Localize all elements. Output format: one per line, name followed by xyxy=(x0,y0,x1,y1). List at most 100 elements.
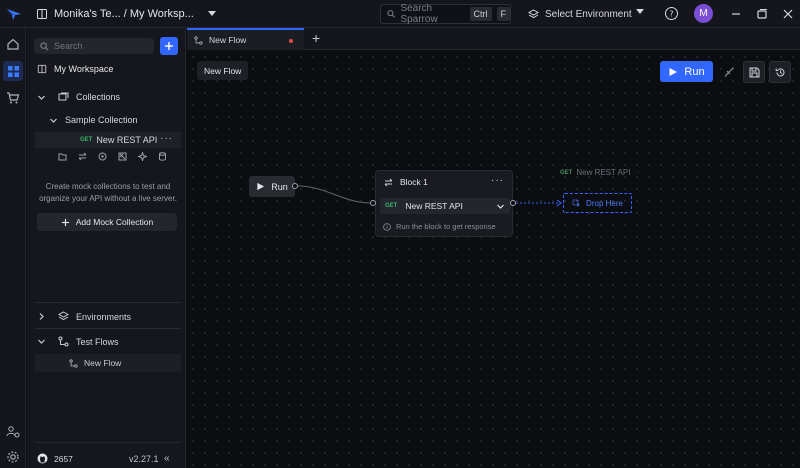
user-avatar[interactable]: M xyxy=(694,4,713,23)
drop-zone[interactable]: Drop Here xyxy=(563,193,632,213)
svg-text:?: ? xyxy=(669,10,673,19)
title-bar: Monika's Te... / My Worksp... Search Spa… xyxy=(0,0,800,28)
workspace-title[interactable]: My Workspace xyxy=(37,64,113,74)
rail-team[interactable] xyxy=(3,422,23,442)
maximize-icon[interactable] xyxy=(755,7,769,21)
gear-icon xyxy=(7,451,19,463)
workspace-switcher-label: Monika's Te... / My Worksp... xyxy=(54,8,194,20)
socket-icon[interactable] xyxy=(98,152,107,161)
unsaved-dot xyxy=(289,39,293,43)
rail-settings[interactable] xyxy=(3,447,23,467)
sparrow-logo-icon xyxy=(7,9,21,20)
chevron-down-icon xyxy=(38,95,45,100)
close-icon[interactable] xyxy=(781,7,795,21)
collapse-sidebar-icon[interactable]: « xyxy=(164,453,170,464)
block-output-port[interactable] xyxy=(510,200,516,206)
section-divider xyxy=(35,328,181,329)
database-icon[interactable] xyxy=(158,152,167,161)
flow-edges xyxy=(296,185,562,207)
home-icon xyxy=(7,38,19,50)
play-icon xyxy=(257,182,265,191)
ghost-request-method: GET xyxy=(560,169,573,176)
chevron-down-icon xyxy=(38,339,45,344)
layers-icon xyxy=(528,8,539,18)
more-icon[interactable]: ··· xyxy=(160,133,173,144)
collection-name: Sample Collection xyxy=(65,115,138,125)
start-run-node[interactable]: Run xyxy=(249,176,295,197)
chevron-right-icon xyxy=(39,313,44,320)
flow-icon xyxy=(69,358,78,368)
book-icon xyxy=(37,9,47,19)
app-version: v2.27.1 xyxy=(129,454,159,464)
graphql-icon[interactable] xyxy=(118,152,127,161)
shortcut-ctrl: Ctrl xyxy=(469,7,492,21)
rail-collections[interactable] xyxy=(3,61,23,81)
caret-down-icon xyxy=(636,9,644,14)
test-flows-label: Test Flows xyxy=(76,336,119,347)
add-button[interactable] xyxy=(160,37,178,55)
github-stars-count: 2657 xyxy=(54,453,73,464)
dragging-request-preview: GET New REST API ··· xyxy=(560,168,645,177)
block-hint: Run the block to get response xyxy=(383,222,496,231)
environments-label: Environments xyxy=(76,311,132,322)
test-flows-section[interactable]: Test Flows xyxy=(37,336,119,347)
request-item[interactable]: GET New REST API ··· xyxy=(35,132,181,148)
book-icon xyxy=(37,64,47,74)
rail-home[interactable] xyxy=(3,34,23,54)
collection-item[interactable]: Sample Collection xyxy=(49,115,138,125)
block-title: Block 1 xyxy=(400,177,428,187)
help-icon[interactable]: ? xyxy=(664,6,679,21)
sidebar-search-input[interactable] xyxy=(54,41,144,51)
activity-rail xyxy=(0,28,26,468)
sidebar-search[interactable] xyxy=(34,38,154,54)
ai-icon[interactable] xyxy=(138,152,147,161)
workspace-title-label: My Workspace xyxy=(54,64,114,74)
new-tab-icon[interactable]: + xyxy=(312,30,320,46)
swap-icon[interactable] xyxy=(78,152,87,161)
ghost-more-icon: ··· xyxy=(634,168,646,177)
swap-icon xyxy=(384,178,393,186)
collections-icon xyxy=(58,92,69,101)
minimize-icon[interactable] xyxy=(729,7,743,21)
run-node-output-port[interactable] xyxy=(292,183,298,189)
github-stars[interactable]: 2657 xyxy=(37,453,73,464)
global-search[interactable]: Search Sparrow Ctrl F xyxy=(380,3,511,25)
block-request-select[interactable]: GET New REST API xyxy=(380,198,510,214)
caret-down-icon xyxy=(207,11,216,16)
footer-divider xyxy=(35,442,181,443)
info-icon xyxy=(383,222,391,231)
flow-item-label: New Flow xyxy=(84,358,122,368)
start-run-label: Run xyxy=(271,181,288,192)
block-input-port[interactable] xyxy=(370,200,376,206)
plus-icon xyxy=(61,218,69,226)
ghost-request-name: New REST API xyxy=(576,168,631,177)
collections-section[interactable]: Collections xyxy=(37,92,120,102)
workspace-switcher[interactable]: Monika's Te... / My Worksp... xyxy=(36,6,216,22)
rail-marketplace[interactable] xyxy=(3,88,23,108)
request-method: GET xyxy=(80,137,93,143)
layers-icon xyxy=(58,311,69,321)
request-block[interactable]: Block 1 ··· GET New REST API Run the blo… xyxy=(375,170,513,237)
drop-target-icon xyxy=(572,199,581,207)
request-name: New REST API xyxy=(96,135,158,145)
flow-item[interactable]: New Flow xyxy=(35,354,181,372)
collection-toolbar xyxy=(58,152,167,161)
search-icon xyxy=(387,10,395,18)
add-mock-collection-button[interactable]: Add Mock Collection xyxy=(37,213,177,231)
sidebar: My Workspace Collections Sample Collecti… xyxy=(27,28,186,468)
add-mock-collection-label: Add Mock Collection xyxy=(75,217,154,227)
flow-icon xyxy=(58,336,69,347)
environment-select[interactable]: Select Environment xyxy=(520,4,650,24)
environments-section[interactable]: Environments xyxy=(37,311,131,322)
shortcut-f: F xyxy=(496,7,510,21)
search-icon xyxy=(40,41,49,50)
block-more-icon[interactable]: ··· xyxy=(491,175,504,186)
flow-icon xyxy=(194,35,203,45)
mock-collections-description: Create mock collections to test and orga… xyxy=(39,182,177,203)
github-icon xyxy=(37,453,48,464)
flow-canvas[interactable]: New Flow Run Run Block 1 ··· GET New RES… xyxy=(187,51,800,468)
folder-add-icon[interactable] xyxy=(58,152,67,161)
tab-label: New Flow xyxy=(209,35,247,45)
environment-select-label: Select Environment xyxy=(545,8,632,20)
tab-new-flow[interactable]: New Flow xyxy=(187,28,304,50)
